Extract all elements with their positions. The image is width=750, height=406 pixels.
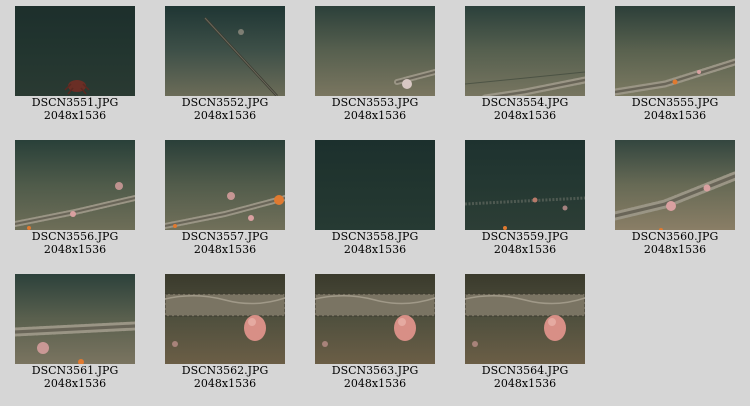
thumbnail-filename[interactable]: DSCN3552.JPG [150, 96, 300, 109]
thumbnail-image[interactable] [315, 6, 435, 96]
thumbnail-dimensions: 2048x1536 [643, 243, 707, 256]
thumbnail-image[interactable] [465, 140, 585, 230]
thumbnail-item[interactable]: DSCN3554.JPG 2048x1536 [450, 0, 600, 134]
thumbnail-dimensions: 2048x1536 [493, 109, 557, 122]
thumbnail-item[interactable]: DSCN3552.JPG 2048x1536 [150, 0, 300, 134]
thumbnail-dimensions: 2048x1536 [493, 243, 557, 256]
thumbnail-item[interactable]: DSCN3563.JPG 2048x1536 [300, 268, 450, 402]
thumbnail-image[interactable] [165, 6, 285, 96]
thumbnail-item[interactable]: DSCN3557.JPG 2048x1536 [150, 134, 300, 268]
thumbnail-dimensions: 2048x1536 [343, 377, 407, 390]
thumbnail-image[interactable] [615, 140, 735, 230]
thumbnail-filename[interactable]: DSCN3551.JPG [0, 96, 150, 109]
thumbnail-filename[interactable]: DSCN3559.JPG [450, 230, 600, 243]
thumbnail-item[interactable]: DSCN3551.JPG 2048x1536 [0, 0, 150, 134]
thumbnail-image[interactable] [465, 274, 585, 364]
thumbnail-item[interactable]: DSCN3559.JPG 2048x1536 [450, 134, 600, 268]
thumbnail-gallery: DSCN3551.JPG 2048x1536 DSCN3552.JPG 2048x1… [0, 0, 750, 406]
thumbnail-filename[interactable]: DSCN3561.JPG [0, 364, 150, 377]
thumbnail-dimensions: 2048x1536 [193, 243, 257, 256]
thumbnail-dimensions: 2048x1536 [343, 243, 407, 256]
thumbnail-item[interactable]: DSCN3558.JPG 2048x1536 [300, 134, 450, 268]
thumbnail-filename[interactable]: DSCN3554.JPG [450, 96, 600, 109]
thumbnail-filename[interactable]: DSCN3553.JPG [300, 96, 450, 109]
thumbnail-image[interactable] [165, 274, 285, 364]
thumbnail-image[interactable] [615, 6, 735, 96]
thumbnail-filename[interactable]: DSCN3562.JPG [150, 364, 300, 377]
thumbnail-filename[interactable]: DSCN3556.JPG [0, 230, 150, 243]
thumbnail-image[interactable] [315, 274, 435, 364]
thumbnail-item[interactable]: DSCN3553.JPG 2048x1536 [300, 0, 450, 134]
thumbnail-filename[interactable]: DSCN3560.JPG [600, 230, 750, 243]
thumbnail-image[interactable] [15, 6, 135, 96]
thumbnail-item[interactable]: DSCN3564.JPG 2048x1536 [450, 268, 600, 402]
thumbnail-filename[interactable]: DSCN3557.JPG [150, 230, 300, 243]
thumbnail-dimensions: 2048x1536 [343, 109, 407, 122]
thumbnail-image[interactable] [15, 274, 135, 364]
thumbnail-item[interactable]: DSCN3562.JPG 2048x1536 [150, 268, 300, 402]
thumbnail-dimensions: 2048x1536 [43, 377, 107, 390]
thumbnail-image[interactable] [465, 6, 585, 96]
thumbnail-dimensions: 2048x1536 [193, 109, 257, 122]
thumbnail-filename[interactable]: DSCN3564.JPG [450, 364, 600, 377]
thumbnail-item[interactable]: DSCN3555.JPG 2048x1536 [600, 0, 750, 134]
thumbnail-dimensions: 2048x1536 [493, 377, 557, 390]
thumbnail-dimensions: 2048x1536 [43, 109, 107, 122]
thumbnail-dimensions: 2048x1536 [43, 243, 107, 256]
thumbnail-filename[interactable]: DSCN3558.JPG [300, 230, 450, 243]
thumbnail-image[interactable] [315, 140, 435, 230]
thumbnail-filename[interactable]: DSCN3555.JPG [600, 96, 750, 109]
thumbnail-filename[interactable]: DSCN3563.JPG [300, 364, 450, 377]
thumbnail-item[interactable]: DSCN3560.JPG 2048x1536 [600, 134, 750, 268]
thumbnail-image[interactable] [15, 140, 135, 230]
thumbnail-item[interactable]: DSCN3556.JPG 2048x1536 [0, 134, 150, 268]
thumbnail-item[interactable]: DSCN3561.JPG 2048x1536 [0, 268, 150, 402]
thumbnail-dimensions: 2048x1536 [643, 109, 707, 122]
thumbnail-image[interactable] [165, 140, 285, 230]
thumbnail-dimensions: 2048x1536 [193, 377, 257, 390]
